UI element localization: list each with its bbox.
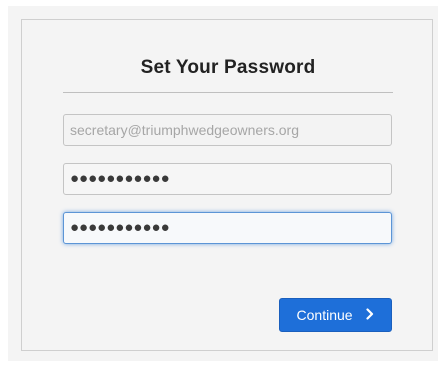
- chevron-right-icon: [366, 299, 374, 331]
- set-password-card: Set Your Password secretary@triumphwedge…: [21, 19, 433, 351]
- page-title: Set Your Password: [140, 57, 316, 78]
- continue-label: Continue: [296, 307, 353, 323]
- password-field[interactable]: ●●●●●●●●●●●: [63, 163, 392, 195]
- title-divider: [63, 92, 393, 93]
- confirm-password-field[interactable]: ●●●●●●●●●●●: [63, 212, 392, 244]
- email-field[interactable]: secretary@triumphwedgeowners.org: [63, 114, 392, 146]
- continue-button[interactable]: Continue: [279, 298, 392, 332]
